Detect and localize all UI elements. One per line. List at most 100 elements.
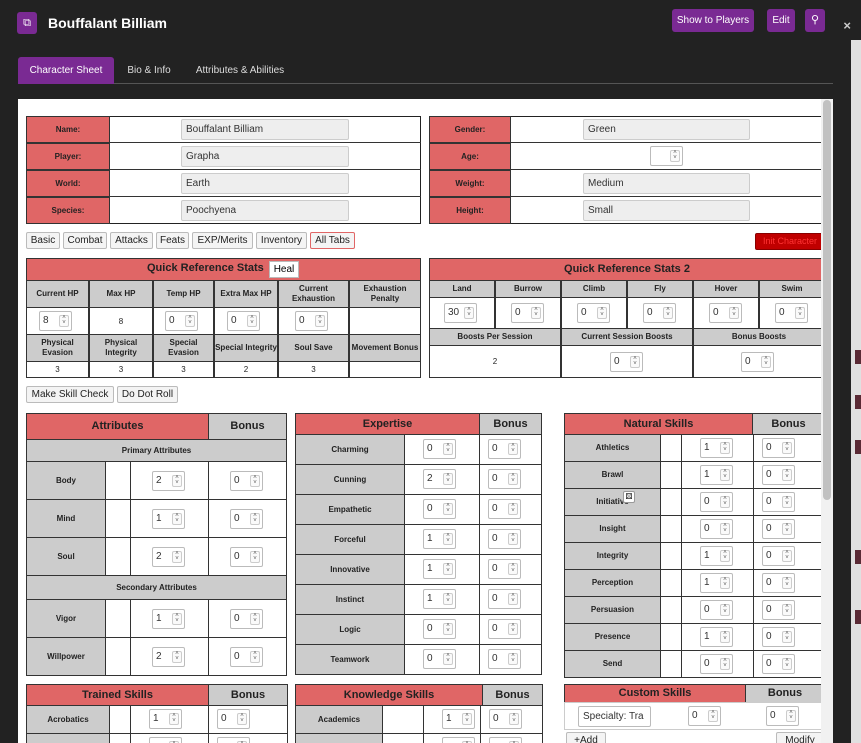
expertise-bonus-input[interactable]: 0 ˄ ˅ [488,499,521,519]
stepper-icon[interactable]: ˄˅ [782,549,792,562]
heal-button[interactable]: Heal [269,261,299,278]
stepper-icon[interactable]: ˄˅ [782,495,792,508]
expertise-value-input[interactable]: 1 ˄ ˅ [423,589,456,609]
stepper-icon[interactable]: ˄˅ [508,503,518,515]
stepper-icon[interactable]: ˄˅ [464,307,474,319]
qrs2-speed-input[interactable]: 0 ˄ ˅ [709,303,742,323]
stepper-icon[interactable]: ˄˅ [720,441,730,454]
stepper-icon[interactable]: ˄˅ [250,650,260,663]
add-custom-skill-button[interactable]: +Add [566,732,606,743]
natural-value-input[interactable]: 0 ˄ ˅ [700,491,733,512]
scrollbar-thumb[interactable] [823,100,831,500]
tab-character-sheet[interactable]: Character Sheet [18,57,114,84]
stepper-icon[interactable]: ˄˅ [720,495,730,508]
stepper-icon[interactable]: ˄˅ [720,630,730,643]
temp-hp-input[interactable]: 0 ˄ ˅ [165,311,198,331]
bonus-boosts-input[interactable]: 0 ˄ ˅ [741,352,774,372]
expertise-value-input[interactable]: 1 ˄ ˅ [423,559,456,579]
attribute-value-input[interactable]: 1 ˄ ˅ [152,508,185,529]
stepper-icon[interactable]: ˄˅ [720,468,730,481]
init-character-button[interactable]: Init Character [755,233,825,250]
expertise-value-input[interactable]: 2 ˄ ˅ [423,469,456,489]
stepper-icon[interactable]: ˄˅ [247,315,257,327]
natural-value-input[interactable]: 1 ˄ ˅ [700,626,733,647]
sheet-tab-feats[interactable]: Feats [156,232,189,249]
sheet-tab-all-tabs[interactable]: All Tabs [310,232,355,249]
natural-bonus-input[interactable]: 0 ˄ ˅ [762,545,795,566]
natural-value-input[interactable]: 0 ˄ ˅ [700,653,733,674]
modify-custom-skill-button[interactable]: Modify [776,732,824,743]
identity-field[interactable]: Grapha [181,146,349,167]
identity-field[interactable]: Bouffalant Billiam [181,119,349,140]
search-icon[interactable]: ⚲ [805,9,825,32]
expertise-value-input[interactable]: 1 ˄ ˅ [423,529,456,549]
stepper-icon[interactable]: ˄˅ [237,713,247,725]
stepper-icon[interactable]: ˄˅ [250,550,260,563]
custom-skill-name-input[interactable]: Specialty: Tra [578,706,651,727]
expertise-bonus-input[interactable]: 0 ˄ ˅ [488,589,521,609]
natural-bonus-input[interactable]: 0 ˄ ˅ [762,626,795,647]
attribute-bonus-input[interactable]: 0 ˄ ˅ [230,470,263,491]
stepper-icon[interactable]: ˄˅ [786,710,796,722]
natural-value-input[interactable]: 1 ˄ ˅ [700,437,733,458]
expertise-bonus-input[interactable]: 0 ˄ ˅ [488,649,521,669]
attribute-value-input[interactable]: 1 ˄ ˅ [152,608,185,629]
expertise-bonus-input[interactable]: 0 ˄ ˅ [488,559,521,579]
make-skill-check-button[interactable]: Make Skill Check [26,386,114,403]
stepper-icon[interactable]: ˄˅ [782,630,792,643]
attribute-value-input[interactable]: 2 ˄ ˅ [152,546,185,567]
sheet-tab-inventory[interactable]: Inventory [256,232,307,249]
stepper-icon[interactable]: ˄˅ [172,612,182,625]
sheet-tab-combat[interactable]: Combat [63,232,107,249]
current-session-boosts-input[interactable]: 0 ˄ ˅ [610,352,643,372]
stepper-icon[interactable]: ˄˅ [508,623,518,635]
close-icon[interactable]: × [843,18,851,33]
stepper-icon[interactable]: ˄˅ [59,315,69,327]
stepper-icon[interactable]: ˄˅ [250,474,260,487]
attribute-bonus-input[interactable]: 0 ˄ ˅ [230,646,263,667]
stepper-icon[interactable]: ˄˅ [508,593,518,605]
current-exhaustion-input[interactable]: 0 ˄ ˅ [295,311,328,331]
attribute-bonus-input[interactable]: 0 ˄ ˅ [230,546,263,567]
stepper-icon[interactable]: ˄˅ [443,653,453,665]
stepper-icon[interactable]: ˄˅ [508,533,518,545]
expertise-bonus-input[interactable]: 0 ˄ ˅ [488,529,521,549]
dice-icon[interactable]: ⚄ [623,491,635,503]
trained-bonus-input[interactable]: ˄˅ [217,737,250,743]
stepper-icon[interactable]: ˄˅ [172,650,182,663]
stepper-icon[interactable]: ˄˅ [761,356,771,368]
stepper-icon[interactable]: ˄˅ [720,657,730,670]
attribute-value-input[interactable]: 2 ˄ ˅ [152,470,185,491]
stepper-icon[interactable]: ˄˅ [172,474,182,487]
stepper-icon[interactable]: ˄˅ [508,443,518,455]
stepper-icon[interactable]: ˄˅ [443,473,453,485]
tab-attributes-abilities[interactable]: Attributes & Abilities [186,57,294,84]
stepper-icon[interactable]: ˄˅ [720,603,730,616]
identity-field[interactable]: Medium [583,173,750,194]
stepper-icon[interactable]: ˄˅ [443,623,453,635]
stepper-icon[interactable]: ˄˅ [508,473,518,485]
trained-value-input[interactable]: ˄˅ [149,737,182,743]
show-to-players-button[interactable]: Show to Players [672,9,754,32]
stepper-icon[interactable]: ˄˅ [708,710,718,722]
stepper-icon[interactable]: ˄˅ [443,563,453,575]
stepper-icon[interactable]: ˄˅ [782,468,792,481]
natural-value-input[interactable]: 1 ˄ ˅ [700,572,733,593]
stepper-icon[interactable]: ˄˅ [720,576,730,589]
stepper-icon[interactable]: ˄˅ [597,307,607,319]
stepper-icon[interactable]: ˄˅ [782,603,792,616]
natural-bonus-input[interactable]: 0 ˄ ˅ [762,653,795,674]
stepper-icon[interactable]: ˄˅ [782,657,792,670]
sheet-tab-exp-merits[interactable]: EXP/Merits [192,232,253,249]
identity-field[interactable]: Poochyena [181,200,349,221]
stepper-icon[interactable]: ˄˅ [508,563,518,575]
stepper-icon[interactable]: ˄˅ [185,315,195,327]
natural-value-input[interactable]: 1 ˄ ˅ [700,545,733,566]
edit-button[interactable]: Edit [767,9,795,32]
custom-skill-value-input[interactable]: 0 ˄ ˅ [688,706,721,726]
qrs2-speed-input[interactable]: 0 ˄ ˅ [577,303,610,323]
tab-bio-info[interactable]: Bio & Info [118,57,180,84]
stepper-icon[interactable]: ˄˅ [795,307,805,319]
attribute-bonus-input[interactable]: 0 ˄ ˅ [230,608,263,629]
sheet-tab-basic[interactable]: Basic [26,232,60,249]
